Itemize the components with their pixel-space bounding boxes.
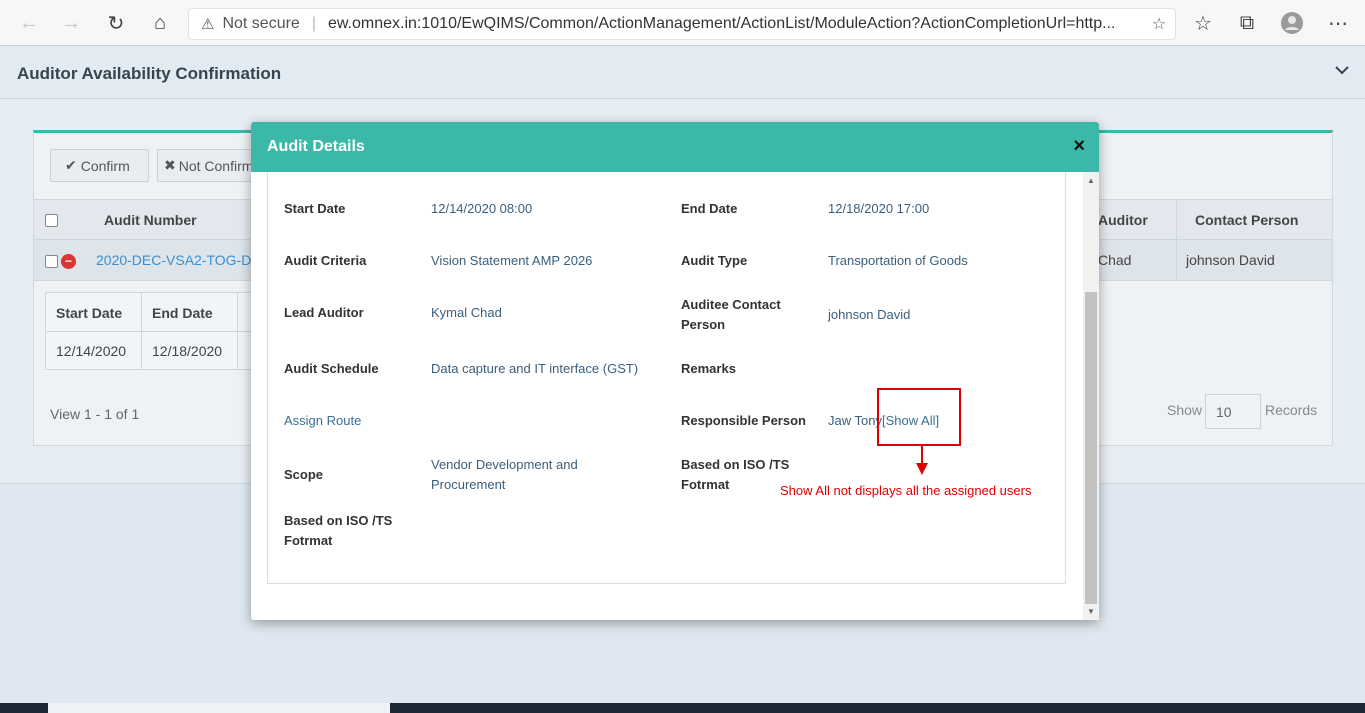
favorites-icon[interactable]: ☆ (1188, 8, 1218, 38)
browser-toolbar: ← → ↻ ⌂ ⚠ Not secure | ew.omnex.in:1010/… (0, 0, 1365, 46)
end-date-label: End Date (681, 201, 738, 216)
scroll-thumb[interactable] (1085, 292, 1097, 604)
responsible-person-label: Responsible Person (681, 413, 806, 428)
sub-header-start: Start Date (56, 305, 123, 321)
home-icon[interactable]: ⌂ (145, 8, 175, 38)
end-date-value: 12/18/2020 17:00 (828, 201, 930, 216)
iso-format-label-left: Based on ISO /TS Fotrmat (284, 513, 393, 548)
auditee-contact-value: johnson David (828, 307, 911, 322)
audit-schedule-label: Audit Schedule (284, 361, 379, 376)
header-audit-number[interactable]: Audit Number (104, 212, 197, 228)
page-title: Auditor Availability Confirmation (17, 64, 282, 83)
warning-icon: ⚠ (201, 16, 215, 33)
records-label: Records (1265, 402, 1318, 418)
row-checkbox[interactable] (45, 255, 58, 268)
pager-info: View 1 - 1 of 1 (50, 406, 140, 422)
chevron-down-icon[interactable] (1335, 62, 1349, 80)
confirm-button[interactable]: ✔ Confirm (50, 149, 149, 182)
scope-value: Vendor Development and Procurement (431, 457, 578, 492)
profile-icon[interactable] (1277, 8, 1307, 38)
sub-cell-end: 12/18/2020 (152, 343, 223, 359)
remarks-label: Remarks (681, 361, 736, 376)
not-confirm-button[interactable]: ✖ Not Confirm (157, 149, 257, 182)
audit-criteria-label: Audit Criteria (284, 253, 367, 268)
start-date-label: Start Date (284, 201, 346, 216)
page-header: Auditor Availability Confirmation (0, 46, 1365, 99)
annotation-highlight-box (877, 388, 961, 446)
responsible-person-value: Jaw Tony (828, 413, 882, 428)
star-icon[interactable]: ☆ (1143, 14, 1175, 34)
sub-header-end: End Date (152, 305, 213, 321)
modal-scrollbar[interactable]: ▲ ▼ (1083, 172, 1099, 620)
address-separator: | (311, 15, 316, 32)
start-date-value: 12/14/2020 08:00 (431, 201, 533, 216)
cell-auditor: Chad (1098, 252, 1132, 268)
back-icon[interactable]: ← (14, 8, 44, 38)
not-secure-label: Not secure (222, 15, 300, 32)
records-per-page-input[interactable]: 10 (1205, 394, 1261, 429)
scroll-down-icon[interactable]: ▼ (1087, 607, 1095, 616)
cell-contact-person: johnson David (1186, 252, 1275, 268)
header-auditor[interactable]: Auditor (1098, 212, 1148, 228)
lead-auditor-value: Kymal Chad (431, 305, 502, 320)
check-icon: ✔ (65, 157, 77, 173)
show-label: Show (1167, 402, 1203, 418)
url-text[interactable]: ew.omnex.in:1010/EwQIMS/Common/ActionMan… (328, 15, 1143, 33)
auditee-contact-label: Auditee Contact Person (681, 297, 781, 332)
confirm-label: Confirm (80, 157, 130, 174)
annotation-arrow-head (916, 463, 928, 475)
assign-route-link[interactable]: Assign Route (284, 411, 361, 431)
more-icon[interactable]: ⋯ (1323, 8, 1353, 38)
annotation-note: Show All not displays all the assigned u… (780, 483, 1032, 498)
audit-number-link[interactable]: 2020-DEC-VSA2-TOG-DC (96, 252, 261, 268)
scroll-up-icon[interactable]: ▲ (1087, 176, 1095, 185)
refresh-icon[interactable]: ↻ (101, 8, 131, 38)
audit-schedule-value: Data capture and IT interface (GST) (431, 361, 639, 376)
lead-auditor-label: Lead Auditor (284, 305, 364, 320)
collapse-icon[interactable]: − (61, 254, 76, 269)
header-contact-person[interactable]: Contact Person (1195, 212, 1298, 228)
x-icon: ✖ (164, 157, 176, 173)
address-bar[interactable]: ⚠ Not secure | ew.omnex.in:1010/EwQIMS/C… (188, 8, 1176, 40)
audit-type-value: Transportation of Goods (828, 253, 968, 268)
taskbar-search[interactable] (48, 703, 390, 713)
audit-criteria-value: Vision Statement AMP 2026 (431, 253, 593, 268)
scope-label: Scope (284, 467, 324, 482)
modal-header: Audit Details × (251, 122, 1099, 172)
taskbar (0, 703, 1365, 713)
collections-icon[interactable]: ⧉ (1232, 8, 1262, 38)
sub-cell-start: 12/14/2020 (56, 343, 127, 359)
forward-icon[interactable]: → (56, 8, 86, 38)
audit-type-label: Audit Type (681, 253, 748, 268)
select-all-checkbox[interactable] (45, 214, 58, 227)
not-confirm-label: Not Confirm (178, 157, 254, 174)
close-icon[interactable]: × (1073, 135, 1085, 158)
column-divider (1176, 240, 1177, 280)
modal-title: Audit Details (267, 138, 365, 155)
column-divider (1176, 200, 1177, 240)
